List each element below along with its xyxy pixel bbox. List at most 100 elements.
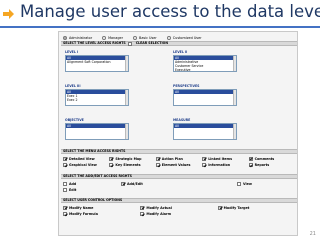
menu-option-element-values[interactable]: Element Values [155,163,202,168]
role-option-customized-user[interactable]: Customized User [166,34,202,41]
list-option[interactable]: All [174,90,236,94]
access-option-edit[interactable]: Edit [63,188,121,193]
clear-selection-label: CLEAR SELECTION [135,41,169,45]
option-label: Information [208,163,231,167]
menu-access-options: Detailed View Strategic Map Action Plan … [63,156,295,168]
checkbox[interactable] [63,181,67,186]
level1-listbox[interactable]: All Alignment Soft Corporation [65,55,129,72]
measure-label: MEASURE [173,118,191,122]
access-option-add[interactable]: Add [63,181,121,186]
option-label: Comments [254,156,275,161]
user-option-modify-actual[interactable]: Modify Actual [140,205,217,210]
perspectives-listbox[interactable]: All [173,89,237,106]
scrollbar[interactable] [125,90,128,105]
user-option-modify-name[interactable]: Modify Name [63,205,140,210]
role-option-administrator[interactable]: Administrator [63,34,92,41]
role-option-basic-user[interactable]: Basic User [133,34,157,41]
option-label: Element Values [161,163,191,167]
option-label: Strategic Map [115,156,142,161]
radio-button[interactable] [63,35,67,40]
list-option[interactable]: Executive [174,68,236,71]
menu-option-graphical-view[interactable]: Graphical View [63,163,109,168]
checkbox[interactable] [63,205,67,210]
level3-listbox[interactable]: All Exec 1 Exec 2 [65,89,129,106]
option-label: View [243,181,252,186]
access-rights-form: Administrator Manager Basic User Customi… [58,31,298,236]
level2-listbox[interactable]: All Administrative Customer Service Exec… [173,55,237,72]
radio-button[interactable] [102,35,107,40]
checkbox[interactable] [109,163,114,167]
menu-option-information[interactable]: Information [202,163,248,168]
checkbox[interactable] [63,163,67,167]
option-label: Modify Alarm [146,212,172,216]
checkbox[interactable] [121,181,125,186]
checkbox[interactable] [109,156,114,161]
measure-listbox[interactable]: All [173,123,237,140]
menu-option-detailed-view[interactable]: Detailed View [63,156,109,161]
option-label: Modify Formula [69,212,98,216]
option-label: Graphical View [69,163,97,167]
user-option-modify-formula[interactable]: Modify Formula [63,212,140,217]
scrollbar[interactable] [233,56,236,71]
user-control-header: SELECT USER CONTROL OPTIONS [61,198,297,203]
access-option-view[interactable]: View [237,181,295,186]
section-title: SELECT THE LEVEL ACCESS RIGHTS [63,41,126,45]
radio-button[interactable] [166,35,171,40]
option-label: Modify Target [223,205,250,210]
checkbox[interactable] [63,212,67,216]
list-option[interactable]: All [66,124,128,128]
checkbox[interactable] [217,205,222,210]
option-label: Reports [254,163,270,167]
list-option[interactable]: Exec 2 [66,98,128,102]
scrollbar[interactable] [125,56,128,71]
menu-option-strategic-map[interactable]: Strategic Map [109,156,155,161]
role-selector: Administrator Manager Basic User Customi… [63,34,212,41]
menu-access-header: SELECT THE MENU ACCESS RIGHTS [61,149,297,154]
objective-label: OBJECTIVE [65,118,84,122]
checkbox[interactable] [140,205,145,210]
option-label: Modify Actual [146,205,172,210]
checkbox[interactable] [155,163,160,167]
scrollbar[interactable] [233,124,236,139]
menu-option-comments[interactable]: Comments [248,156,295,161]
menu-option-key-elements[interactable]: Key Elements [109,163,155,168]
role-label: Basic User [139,35,157,40]
option-label: Key Elements [115,163,141,167]
checkbox[interactable] [248,163,253,167]
access-option-add-edit[interactable]: Add/Edit [121,181,179,186]
checkbox[interactable] [202,156,207,161]
level1-label: LEVEL I [65,50,79,54]
objective-listbox[interactable]: All [65,123,129,140]
scrollbar[interactable] [233,90,236,105]
checkbox[interactable] [237,181,241,186]
role-label: Administrator [69,35,93,40]
user-option-modify-target[interactable]: Modify Target [217,205,295,210]
slide-title: Manage user access to the data level [20,2,320,21]
radio-button[interactable] [133,35,137,40]
title-divider [0,26,320,28]
add-edit-options: Add Add/Edit View Edit [63,181,295,193]
menu-option-reports[interactable]: Reports [248,163,295,168]
clear-selection-checkbox[interactable] [127,41,132,46]
checkbox[interactable] [202,163,207,167]
checkbox[interactable] [63,188,67,192]
scrollbar[interactable] [125,124,128,139]
option-label: Action Plan [161,156,183,161]
role-label: Manager [108,35,123,40]
option-label: Add/Edit [127,181,143,186]
user-control-options: Modify Name Modify Actual Modify Target … [63,205,295,217]
checkbox[interactable] [155,156,160,161]
role-label: Customized User [172,35,202,40]
arrow-right-icon [3,9,14,19]
list-option[interactable]: Alignment Soft Corporation [66,60,128,64]
menu-option-linked-items[interactable]: Linked Items [202,156,248,161]
list-option[interactable]: All [174,124,236,128]
menu-option-action-plan[interactable]: Action Plan [155,156,202,161]
role-option-manager[interactable]: Manager [102,34,123,41]
option-label: Add [69,181,77,186]
level-access-header: SELECT THE LEVEL ACCESS RIGHTS CLEAR SEL… [61,41,297,46]
checkbox[interactable] [63,156,67,161]
user-option-modify-alarm[interactable]: Modify Alarm [140,212,217,217]
checkbox[interactable] [248,156,253,161]
checkbox[interactable] [140,212,145,216]
